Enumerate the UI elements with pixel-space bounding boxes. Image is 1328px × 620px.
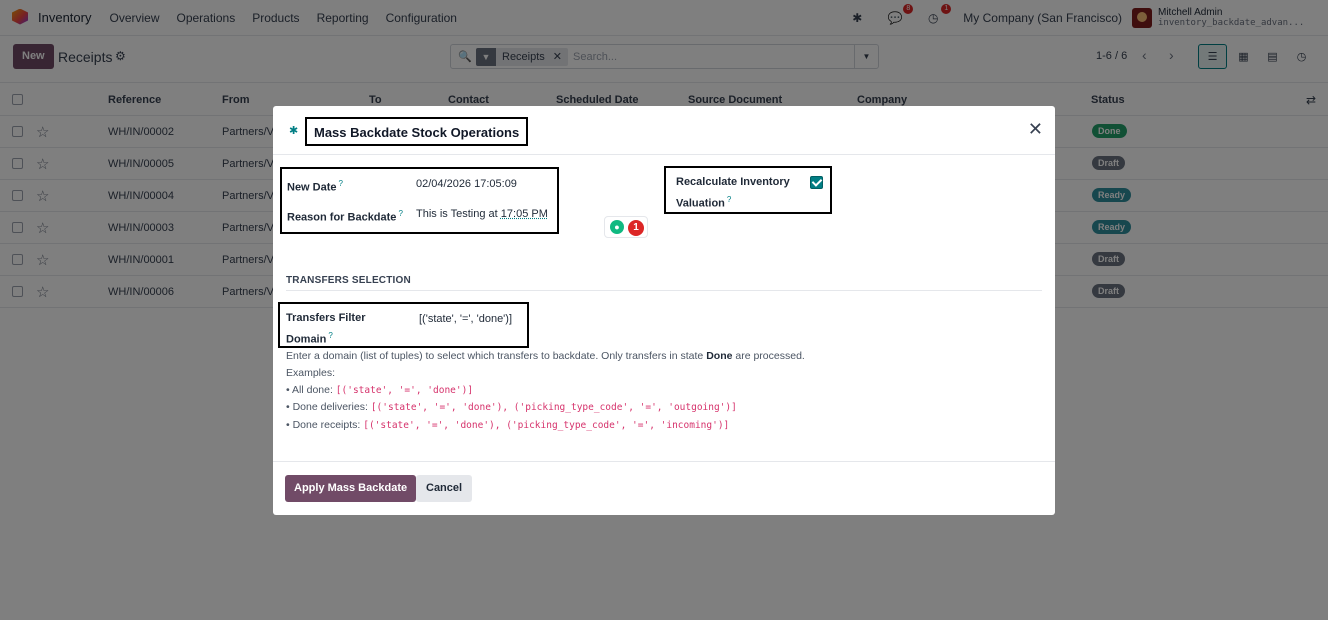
help-tooltip-icon[interactable]: ? xyxy=(328,331,332,340)
help-tooltip-icon[interactable]: ? xyxy=(339,179,343,188)
bulb-icon[interactable]: ● xyxy=(610,220,624,234)
debug-bug-icon[interactable]: ✱ xyxy=(289,124,298,137)
help-tooltip-icon[interactable]: ? xyxy=(727,195,731,204)
new-date-label: New Date? xyxy=(287,179,343,194)
recalculate-valuation-checkbox[interactable] xyxy=(810,176,823,189)
cancel-button[interactable]: Cancel xyxy=(416,475,473,502)
domain-help-text: Enter a domain (list of tuples) to selec… xyxy=(286,350,805,362)
example-all-done: • All done: [('state', '=', 'done')] xyxy=(286,384,474,396)
dialog-title: Mass Backdate Stock Operations xyxy=(314,125,520,140)
dialog-header: ✱ Mass Backdate Stock Operations ✕ xyxy=(273,106,1055,155)
example-done-receipts: • Done receipts: [('state', '=', 'done')… xyxy=(286,419,730,431)
close-icon[interactable]: ✕ xyxy=(1028,120,1043,138)
dialog-title-highlight: Mass Backdate Stock Operations xyxy=(305,117,528,146)
reason-field[interactable]: This is Testing at 17:05 PM xyxy=(416,208,548,220)
notification-count[interactable]: 1 xyxy=(628,220,644,236)
section-title: TRANSFERS SELECTION xyxy=(286,275,411,286)
domain-field[interactable]: [('state', '=', 'done')] xyxy=(419,313,512,325)
domain-highlight: Transfers Filter Domain? [('state', '=', … xyxy=(278,302,529,348)
browser-extension-bubble[interactable]: ● 1 xyxy=(604,216,648,238)
section-divider xyxy=(286,290,1042,291)
new-date-field[interactable]: 02/04/2026 17:05:09 xyxy=(416,178,517,190)
recalculate-label: Recalculate Inventory Valuation? xyxy=(676,176,790,210)
apply-mass-backdate-button[interactable]: Apply Mass Backdate xyxy=(285,475,417,502)
reason-label: Reason for Backdate? xyxy=(287,209,403,224)
mass-backdate-dialog: ✱ Mass Backdate Stock Operations ✕ New D… xyxy=(273,106,1055,515)
dialog-footer: Apply Mass Backdate Cancel xyxy=(273,461,1055,515)
date-reason-highlight: New Date? 02/04/2026 17:05:09 Reason for… xyxy=(280,167,559,234)
help-tooltip-icon[interactable]: ? xyxy=(398,209,402,218)
examples-heading: Examples: xyxy=(286,367,336,379)
recalculate-highlight: Recalculate Inventory Valuation? xyxy=(664,166,832,214)
domain-label: Transfers Filter Domain? xyxy=(286,312,366,346)
example-done-deliveries: • Done deliveries: [('state', '=', 'done… xyxy=(286,401,737,413)
